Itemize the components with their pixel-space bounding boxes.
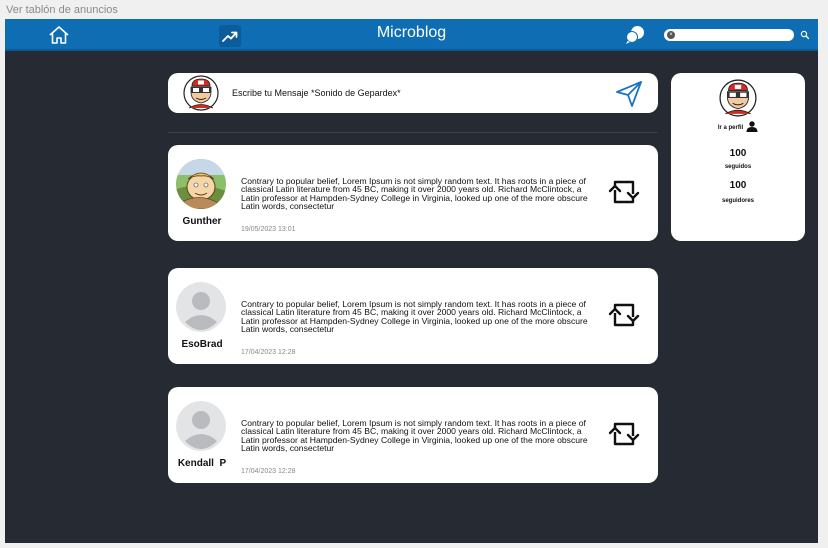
user-avatar xyxy=(183,75,219,111)
profile-card: Ir a perfil 100 seguidos 100 seguidores xyxy=(671,73,805,241)
retweet-icon[interactable] xyxy=(606,417,642,451)
post-date: 17/04/2023 12:28 xyxy=(241,349,296,356)
chat-bubbles-icon[interactable] xyxy=(623,24,647,46)
post-date: 17/04/2023 12:28 xyxy=(241,468,296,475)
post-card[interactable]: Kendall P Contrary to popular belief, Lo… xyxy=(168,387,658,483)
feed-divider xyxy=(168,132,658,133)
send-icon[interactable] xyxy=(614,79,644,109)
go-to-profile-link[interactable]: Ir a perfil xyxy=(671,121,805,134)
compose-box[interactable]: Escribe tu Mensaje *Sonido de Gepardex* xyxy=(168,73,658,113)
author-avatar[interactable] xyxy=(176,159,226,209)
navbar: Microblog × xyxy=(5,19,818,51)
author-name[interactable]: Gunther xyxy=(168,216,236,227)
following-label: seguidos xyxy=(724,164,752,170)
clear-search-icon[interactable]: × xyxy=(667,31,675,39)
search-icon[interactable] xyxy=(799,28,811,42)
followers-count: 100 xyxy=(729,180,747,191)
compose-placeholder[interactable]: Escribe tu Mensaje *Sonido de Gepardex* xyxy=(232,88,401,98)
author-avatar[interactable] xyxy=(176,282,226,332)
frame-label: Ver tablón de anuncios xyxy=(6,4,118,16)
author-name[interactable]: Kendall P xyxy=(168,458,236,469)
author-name[interactable]: EsoBrad xyxy=(168,339,236,350)
post-text: Contrary to popular belief, Lorem Ipsum … xyxy=(241,418,588,454)
profile-avatar[interactable] xyxy=(719,79,757,117)
post-text: Contrary to popular belief, Lorem Ipsum … xyxy=(241,299,588,335)
search-input[interactable]: × xyxy=(664,29,794,41)
retweet-icon[interactable] xyxy=(606,175,642,209)
go-to-profile-label[interactable]: Ir a perfil xyxy=(718,125,743,131)
post-card[interactable]: EsoBrad Contrary to popular belief, Lore… xyxy=(168,268,658,364)
microblog-app: Microblog × Escribe tu Mensaje *Sonido d… xyxy=(5,19,818,543)
followers-label: seguidores xyxy=(721,198,754,204)
retweet-icon[interactable] xyxy=(606,298,642,332)
author-avatar[interactable] xyxy=(176,401,226,451)
post-text: Contrary to popular belief, Lorem Ipsum … xyxy=(241,176,588,212)
person-icon[interactable] xyxy=(746,121,758,134)
post-date: 19/05/2023 13:01 xyxy=(241,226,296,233)
post-card[interactable]: Gunther Contrary to popular belief, Lore… xyxy=(168,145,658,241)
following-count: 100 xyxy=(729,148,747,159)
